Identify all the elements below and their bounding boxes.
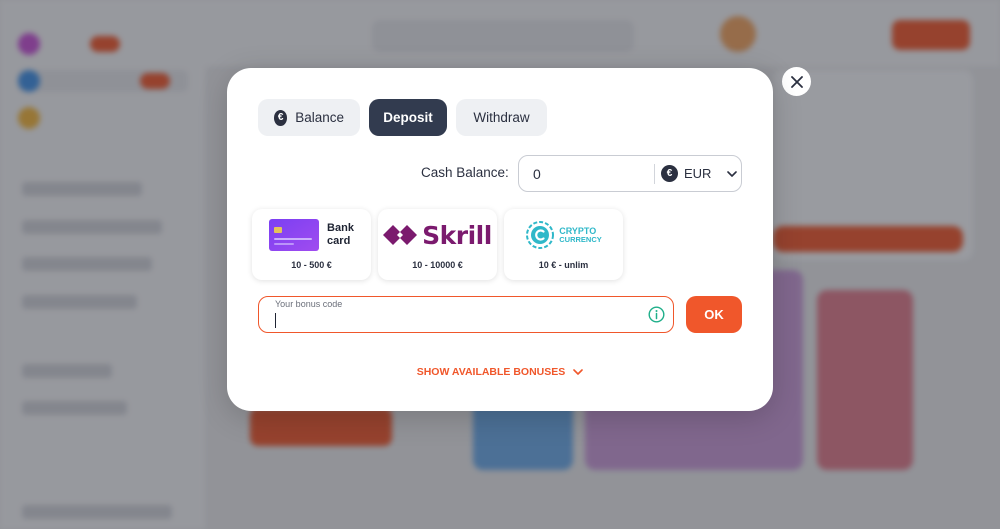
skrill-range: 10 - 10000 € — [412, 260, 463, 270]
euro-icon: € — [274, 109, 288, 126]
bank-card-icon — [269, 219, 320, 251]
chevron-down-icon — [573, 369, 584, 375]
payment-methods: Bank card 10 - 500 € Skrill 10 - 10000 € — [252, 209, 623, 280]
skrill-logo: Skrill — [383, 217, 492, 253]
currency-label: EUR — [684, 166, 712, 181]
cash-balance-field[interactable]: 0 € EUR — [518, 155, 742, 192]
chevron-down-icon — [727, 170, 738, 177]
crypto-logo: CRYPTO CURRENCY — [525, 217, 602, 253]
crypto-title-line2: CURRENCY — [559, 235, 602, 244]
payment-method-bank-card[interactable]: Bank card 10 - 500 € — [252, 209, 371, 280]
close-button[interactable] — [782, 67, 811, 96]
crypto-title: CRYPTO CURRENCY — [559, 226, 602, 244]
payment-method-skrill[interactable]: Skrill 10 - 10000 € — [378, 209, 497, 280]
show-bonuses-label: SHOW AVAILABLE BONUSES — [416, 366, 566, 378]
currency-select[interactable]: € EUR — [655, 165, 741, 182]
tab-deposit-label: Deposit — [383, 110, 433, 125]
wallet-tabs: € Balance Deposit Withdraw — [258, 99, 547, 136]
bank-card-title-line2: card — [327, 235, 351, 247]
euro-icon: € — [661, 165, 678, 182]
tab-withdraw-label: Withdraw — [473, 110, 530, 125]
ok-button[interactable]: OK — [686, 296, 742, 333]
tab-balance[interactable]: € Balance — [258, 99, 360, 136]
payment-method-crypto[interactable]: CRYPTO CURRENCY 10 € - unlim — [504, 209, 623, 280]
close-icon — [790, 75, 803, 88]
wallet-modal: € Balance Deposit Withdraw Cash Balance:… — [227, 68, 773, 411]
crypto-coin-icon — [526, 221, 555, 249]
skrill-wordmark: Skrill — [422, 220, 492, 250]
tab-deposit[interactable]: Deposit — [369, 99, 447, 136]
show-available-bonuses-button[interactable]: SHOW AVAILABLE BONUSES — [227, 366, 773, 378]
crypto-range: 10 € - unlim — [538, 260, 589, 270]
text-caret — [275, 313, 276, 328]
bank-card-logo: Bank card — [269, 217, 354, 253]
info-icon[interactable] — [648, 306, 665, 323]
bank-card-range: 10 - 500 € — [291, 260, 332, 270]
bonus-code-field[interactable]: Your bonus code — [258, 296, 674, 333]
skrill-diamond-icon — [383, 225, 418, 245]
bank-card-title-line1: Bank — [327, 222, 354, 234]
bank-card-title: Bank card — [327, 222, 354, 248]
tab-balance-label: Balance — [295, 110, 344, 125]
bonus-code-label: Your bonus code — [275, 299, 343, 309]
cash-balance-value[interactable]: 0 — [519, 166, 654, 182]
tab-withdraw[interactable]: Withdraw — [456, 99, 547, 136]
cash-balance-label: Cash Balance: — [421, 165, 509, 180]
